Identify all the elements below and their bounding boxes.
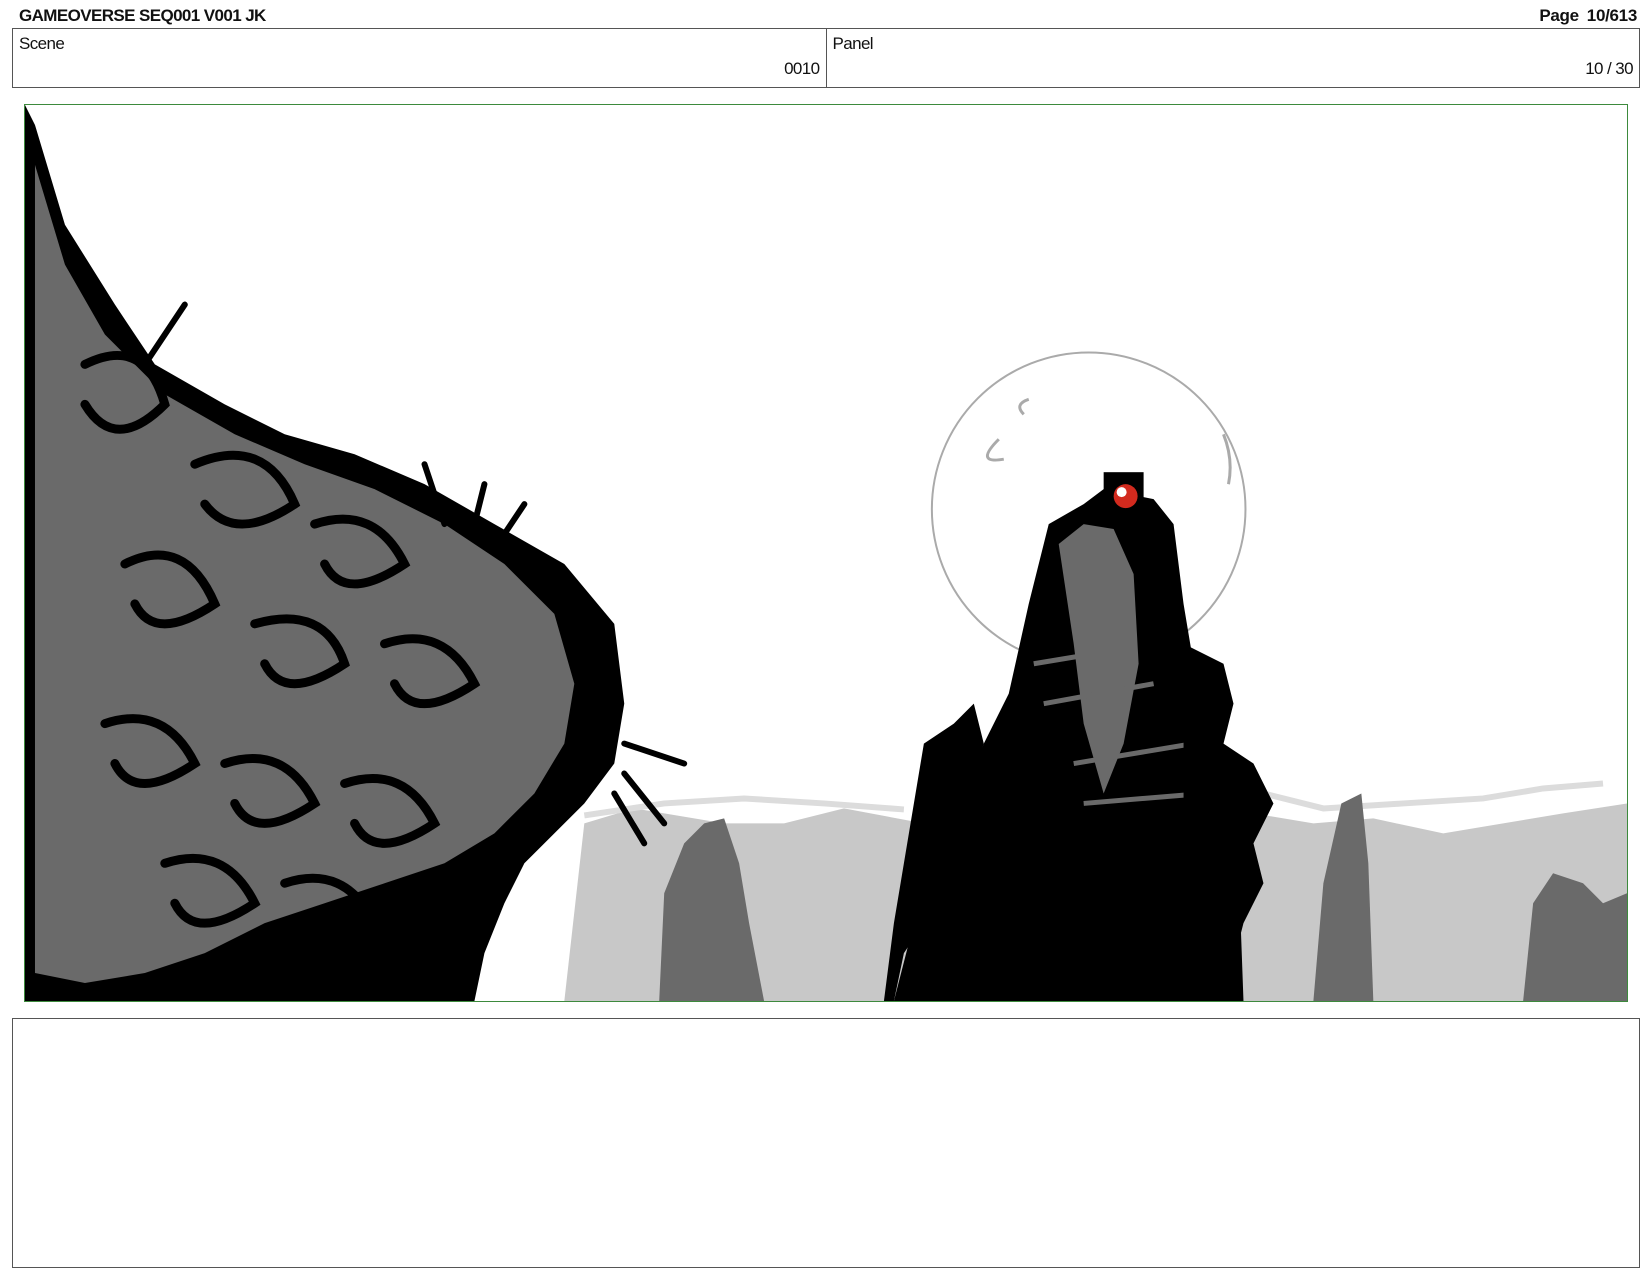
panel-cell: Panel 10 / 30 [825, 29, 1640, 87]
scene-panel-info-bar: Scene 0010 Panel 10 / 30 [12, 28, 1640, 88]
notes-box[interactable] [12, 1018, 1640, 1268]
panel-label: Panel [832, 34, 874, 53]
page-label: Page [1539, 6, 1579, 25]
page-number: 10/613 [1586, 6, 1638, 25]
panel-number: 10 / 30 [1585, 59, 1633, 78]
page-indicator: Page 10/613 [1539, 6, 1637, 26]
tower-light-red [1113, 484, 1138, 509]
storyboard-drawing [25, 105, 1627, 1001]
storyboard-panel-frame [24, 104, 1628, 1002]
document-title: GAMEOVERSE SEQ001 V001 JK [19, 6, 266, 25]
tower-light-core [1116, 487, 1127, 498]
scene-cell: Scene 0010 [13, 29, 826, 87]
scene-label: Scene [19, 34, 65, 53]
scene-number: 0010 [784, 59, 820, 78]
